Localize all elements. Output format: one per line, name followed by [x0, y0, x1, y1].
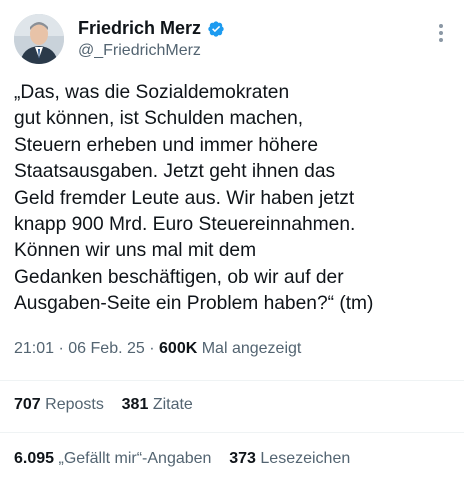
meta-separator: · [149, 340, 155, 357]
avatar[interactable] [14, 14, 64, 64]
tweet-line: „Das, was die Sozialdemokraten [14, 82, 290, 103]
reposts-stat[interactable]: 707 Reposts [14, 396, 108, 413]
views-label: Mal angezeigt [201, 340, 302, 357]
tweet-time[interactable]: 21:01 [14, 340, 54, 357]
reposts-count: 707 [14, 396, 41, 413]
tweet-header: Friedrich Merz @_FriedrichMerz [14, 14, 450, 66]
views-count: 600K [159, 340, 198, 357]
likes-label: „Gefällt mir“-Angaben [58, 450, 212, 467]
divider [0, 380, 464, 381]
bookmarks-stat[interactable]: 373 Lesezeichen [229, 450, 350, 467]
tweet-line: Können wir uns mal mit dem [14, 240, 257, 262]
tweet-date[interactable]: 06 Feb. 25 [68, 340, 145, 357]
likes-stat[interactable]: 6.095 „Gefällt mir“-Angaben [14, 450, 216, 467]
meta-separator: · [58, 340, 64, 357]
tweet-line: Staatsausgaben. Jetzt geht ihnen das [14, 161, 336, 183]
bookmarks-label: Lesezeichen [260, 450, 351, 467]
tweet-line: Ausgaben-Seite ein Problem haben?“ (tm) [14, 293, 374, 315]
tweet-text: „Das, was die Sozialdemokraten gut könne… [14, 80, 454, 318]
tweet-meta: 21:01 · 06 Feb. 25 · 600K Mal angezeigt [14, 340, 301, 358]
user-handle[interactable]: @_FriedrichMerz [78, 42, 201, 60]
display-name[interactable]: Friedrich Merz [78, 18, 201, 39]
verified-badge-icon [208, 20, 224, 37]
repost-quote-stats: 707 Reposts 381 Zitate [14, 396, 193, 414]
tweet-line: knapp 900 Mrd. Euro Steuereinnahmen. [14, 214, 356, 236]
avatar-image [14, 14, 64, 64]
more-options-icon[interactable] [436, 24, 446, 48]
tweet-line: Geld fremder Leute aus. Wir haben jetzt [14, 187, 355, 209]
tweet-line: Gedanken beschäftigen, ob wir auf der [14, 266, 344, 288]
name-row: Friedrich Merz [78, 18, 225, 39]
likes-count: 6.095 [14, 450, 55, 467]
tweet-line: gut können, ist Schulden machen, [14, 108, 304, 130]
reposts-label: Reposts [45, 396, 104, 413]
quotes-stat[interactable]: 381 Zitate [122, 396, 193, 413]
divider [0, 432, 464, 433]
tweet-line: Steuern erheben und immer höhere [14, 134, 318, 156]
quotes-count: 381 [121, 396, 149, 413]
bookmarks-count: 373 [229, 450, 256, 467]
likes-bookmarks-stats: 6.095 „Gefällt mir“-Angaben 373 Lesezeic… [14, 450, 350, 468]
quotes-label: Zitate [152, 396, 193, 413]
